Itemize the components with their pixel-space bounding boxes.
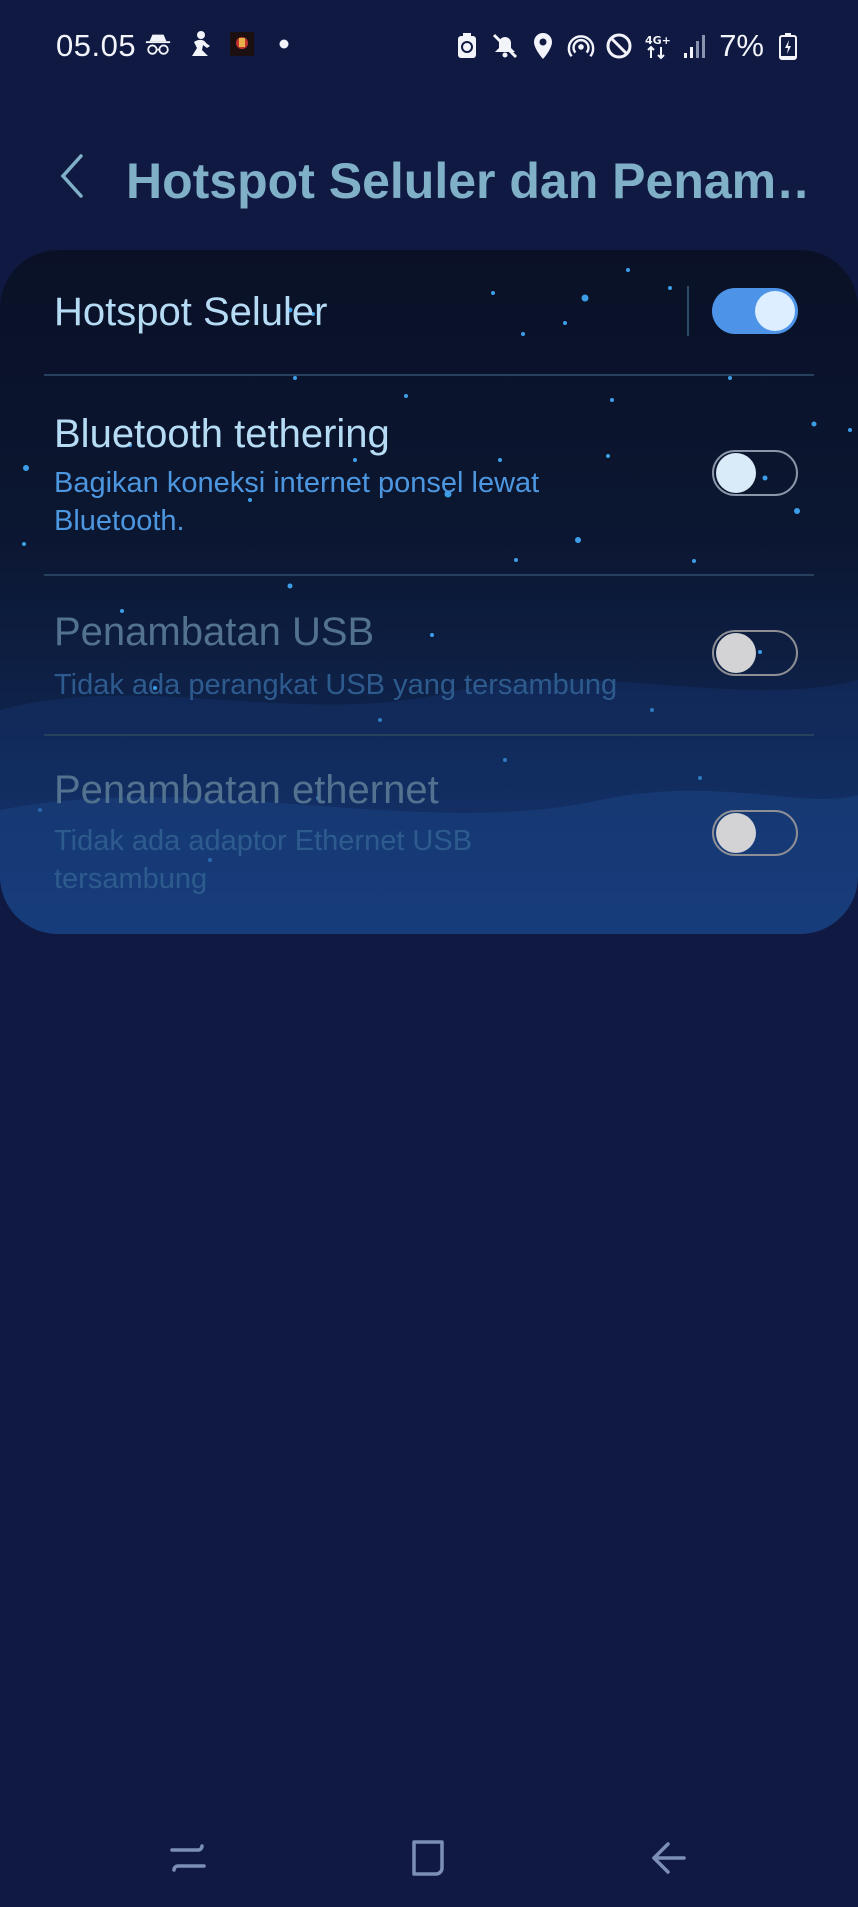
setting-title: Penambatan ethernet — [54, 768, 439, 812]
hotspot-toggle[interactable] — [712, 288, 798, 334]
dot-icon — [270, 30, 298, 58]
location-icon — [529, 32, 557, 60]
mute-icon — [491, 32, 519, 60]
toggle-knob — [716, 453, 756, 493]
hotspot-icon — [567, 32, 595, 60]
status-bar: 05.05 4G+ 7% — [0, 0, 858, 96]
home-button[interactable] — [398, 1828, 458, 1888]
signal-icon — [681, 32, 709, 60]
figure-icon — [186, 30, 214, 58]
battery-percent: 7% — [719, 28, 764, 63]
setting-subtitle: Bagikan koneksi internet ponsel lewat Bl… — [54, 467, 540, 537]
setting-row-bluetooth-tethering[interactable]: Bluetooth tethering Bagikan koneksi inte… — [0, 376, 858, 574]
setting-row-usb-tethering: Penambatan USB Tidak ada perangkat USB y… — [0, 576, 858, 734]
setting-title: Penambatan USB — [54, 610, 375, 654]
back-button[interactable] — [638, 1828, 698, 1888]
page-title: Hotspot Seluler dan Penam… — [126, 153, 806, 209]
settings-card: Hotspot Seluler Bluetooth tethering Bagi… — [0, 250, 858, 934]
chevron-left-icon — [60, 154, 83, 198]
ethernet-tethering-toggle — [712, 810, 798, 856]
recents-button[interactable] — [158, 1828, 218, 1888]
recents-icon — [170, 1844, 206, 1872]
vertical-separator — [687, 286, 689, 336]
navigate-up-button[interactable] — [44, 148, 100, 204]
setting-title: Hotspot Seluler — [54, 290, 328, 334]
back-icon — [652, 1842, 686, 1874]
navigation-bar — [0, 1810, 858, 1907]
battery-icon — [774, 32, 802, 60]
4g-plus-icon: 4G+ — [643, 32, 671, 60]
bluetooth-tethering-toggle[interactable] — [712, 450, 798, 496]
svg-text:4G+: 4G+ — [645, 34, 671, 47]
app-header: Hotspot Seluler dan Penam… — [0, 130, 858, 230]
home-icon — [412, 1840, 444, 1876]
setting-row-hotspot[interactable]: Hotspot Seluler — [0, 250, 858, 374]
setting-subtitle: Tidak ada perangkat USB yang tersambung — [54, 669, 618, 701]
toggle-knob — [716, 813, 756, 853]
setting-title: Bluetooth tethering — [54, 412, 390, 456]
block-icon — [605, 32, 633, 60]
battery-saver-icon — [453, 32, 481, 60]
usb-tethering-toggle — [712, 630, 798, 676]
toggle-knob — [755, 291, 795, 331]
toggle-knob — [716, 633, 756, 673]
incognito-icon — [144, 30, 172, 58]
setting-row-ethernet-tethering: Penambatan ethernet Tidak ada adaptor Et… — [0, 736, 858, 934]
app-notification-icon — [228, 30, 256, 58]
status-time: 05.05 — [56, 28, 137, 63]
setting-subtitle: Tidak ada adaptor Ethernet USB tersambun… — [54, 825, 473, 895]
